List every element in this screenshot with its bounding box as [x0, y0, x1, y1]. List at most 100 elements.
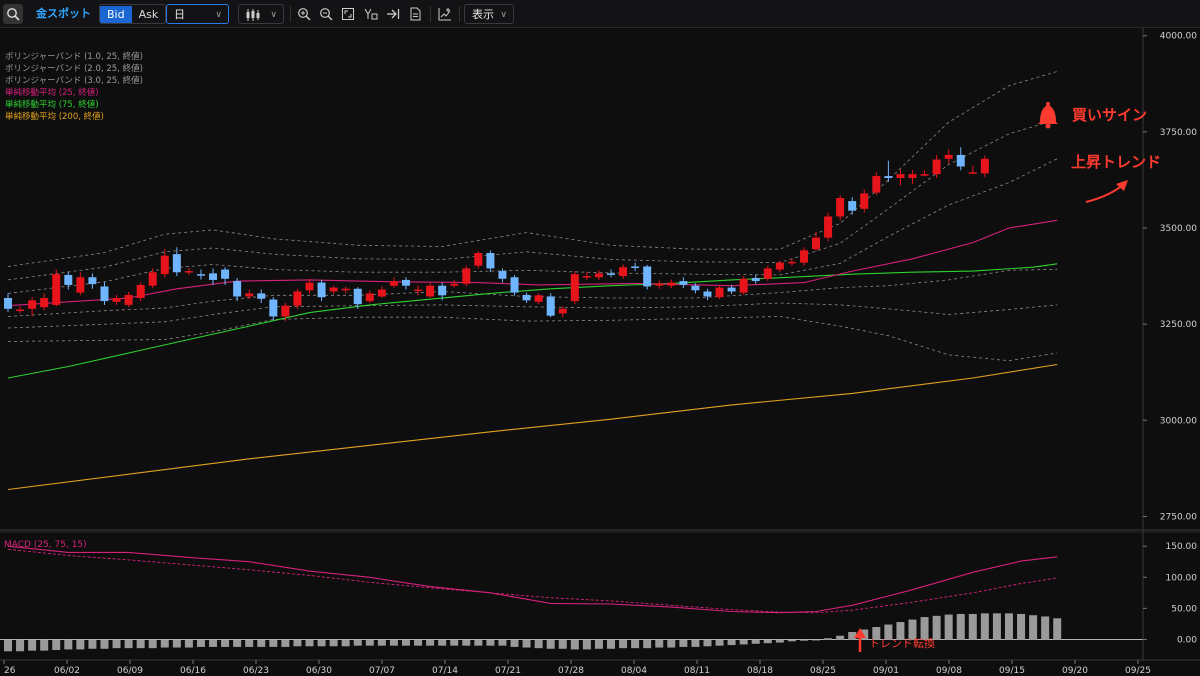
candle[interactable]: [172, 247, 181, 277]
candle[interactable]: [462, 265, 471, 287]
candle[interactable]: [546, 293, 555, 318]
candle[interactable]: [4, 293, 12, 312]
candle[interactable]: [594, 270, 603, 280]
candle[interactable]: [148, 268, 157, 289]
candle-body: [679, 281, 688, 285]
candle[interactable]: [872, 172, 881, 196]
candle[interactable]: [317, 279, 326, 302]
candle[interactable]: [679, 277, 688, 288]
candle[interactable]: [88, 273, 97, 289]
legend-item[interactable]: ボリンジャーバンド (3.0, 25, 終値): [5, 75, 143, 87]
candle[interactable]: [100, 281, 109, 305]
bollinger-band-lower1: [7, 268, 1058, 317]
candle-body: [184, 271, 193, 273]
candle-body: [703, 291, 712, 297]
candle[interactable]: [377, 286, 386, 298]
candle[interactable]: [558, 306, 567, 318]
date-tick-label: 09/01: [873, 666, 899, 676]
candle[interactable]: [450, 279, 459, 288]
candle[interactable]: [703, 288, 712, 301]
candle[interactable]: [655, 280, 664, 289]
candle[interactable]: [884, 160, 893, 182]
candle[interactable]: [40, 293, 49, 311]
candle[interactable]: [52, 269, 61, 307]
candle[interactable]: [474, 251, 483, 269]
candle[interactable]: [293, 288, 302, 309]
candle[interactable]: [848, 197, 857, 215]
candle[interactable]: [908, 170, 917, 184]
candle[interactable]: [389, 277, 398, 288]
candle-body: [884, 176, 893, 178]
candle[interactable]: [112, 294, 121, 305]
candle[interactable]: [426, 282, 435, 298]
candle[interactable]: [184, 268, 193, 275]
date-tick-label: 06/30: [306, 666, 332, 676]
candle[interactable]: [715, 284, 724, 300]
candle[interactable]: [401, 277, 410, 290]
legend-item[interactable]: 単純移動平均 (25, 終値): [5, 87, 143, 99]
legend-item[interactable]: 単純移動平均 (75, 終値): [5, 99, 143, 111]
candle[interactable]: [196, 269, 205, 280]
candle[interactable]: [28, 297, 37, 317]
candle[interactable]: [727, 284, 736, 295]
legend-item[interactable]: ボリンジャーバンド (1.0, 25, 終値): [5, 51, 143, 63]
candle[interactable]: [329, 285, 338, 295]
candle[interactable]: [619, 264, 628, 279]
legend-item[interactable]: ボリンジャーバンド (2.0, 25, 終値): [5, 63, 143, 75]
candle[interactable]: [896, 169, 905, 186]
candle[interactable]: [486, 250, 495, 273]
candle[interactable]: [799, 247, 808, 266]
candle-body: [112, 298, 121, 302]
candle[interactable]: [739, 276, 748, 295]
candle[interactable]: [160, 249, 169, 278]
candle[interactable]: [582, 271, 591, 280]
legend-item[interactable]: 単純移動平均 (200, 終値): [5, 111, 143, 123]
candle[interactable]: [667, 279, 676, 288]
candle[interactable]: [932, 154, 941, 178]
candle[interactable]: [775, 260, 784, 273]
candle[interactable]: [305, 278, 314, 294]
candle-body: [655, 283, 664, 286]
macd-tick-label: 150.00: [1166, 542, 1198, 552]
candle[interactable]: [522, 292, 531, 303]
macd-histogram-bar: [763, 639, 772, 644]
candle[interactable]: [64, 271, 73, 290]
candle[interactable]: [510, 274, 519, 296]
candle[interactable]: [257, 289, 266, 303]
candle[interactable]: [956, 147, 965, 171]
candle[interactable]: [365, 290, 374, 303]
candle[interactable]: [968, 165, 977, 175]
macd-histogram-bar: [594, 639, 603, 649]
candle[interactable]: [16, 306, 25, 314]
candle[interactable]: [414, 285, 423, 296]
candle[interactable]: [920, 170, 929, 177]
candle[interactable]: [643, 264, 652, 290]
candle[interactable]: [751, 274, 760, 284]
macd-histogram-bar: [112, 639, 121, 649]
candle[interactable]: [980, 155, 989, 178]
candle[interactable]: [836, 195, 845, 221]
candle[interactable]: [787, 258, 796, 266]
macd-histogram-bar: [209, 639, 218, 647]
macd-histogram-bar: [438, 639, 447, 646]
candle-body: [474, 253, 483, 266]
candle[interactable]: [136, 282, 145, 302]
candle[interactable]: [812, 231, 821, 252]
candle[interactable]: [860, 189, 869, 213]
chart-area[interactable]: 4000.00 3750.00 3500.00 3250.00 3000.00 2750.…: [0, 0, 1200, 676]
candle[interactable]: [124, 291, 133, 308]
candle[interactable]: [607, 269, 615, 278]
candle[interactable]: [570, 271, 579, 305]
candle[interactable]: [209, 268, 218, 285]
candle[interactable]: [76, 272, 85, 296]
candle[interactable]: [269, 297, 278, 321]
candle[interactable]: [534, 293, 543, 305]
candle[interactable]: [233, 278, 242, 302]
candle-body: [643, 266, 652, 287]
candle[interactable]: [631, 262, 640, 272]
candle[interactable]: [944, 149, 953, 164]
candle[interactable]: [824, 212, 833, 242]
macd-histogram-bar: [148, 639, 157, 649]
candle[interactable]: [341, 286, 350, 294]
candle[interactable]: [245, 289, 254, 300]
